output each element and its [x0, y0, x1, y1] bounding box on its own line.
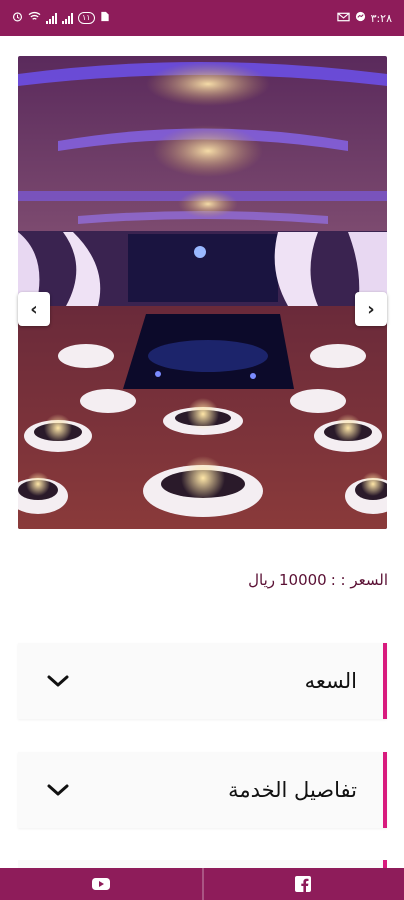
email-icon	[336, 12, 350, 25]
status-right: ٣:٢٨	[336, 11, 392, 25]
chevron-left-icon: ‹	[30, 298, 38, 320]
signal-icon	[46, 12, 57, 24]
venue-photo	[18, 56, 387, 529]
venue-image-gallery[interactable]	[18, 56, 387, 529]
section-service-details[interactable]: تفاصيل الخدمة	[18, 752, 387, 828]
bottom-social-bar	[0, 868, 404, 900]
section-capacity[interactable]: السعه	[18, 643, 387, 719]
chevron-down-icon	[47, 675, 69, 687]
status-bar: ١١ ٣:٢٨	[0, 0, 404, 36]
wifi-icon	[28, 11, 41, 25]
gallery-next-button[interactable]: ›	[355, 292, 387, 326]
messenger-icon	[355, 11, 366, 25]
price-value: 10000	[279, 571, 327, 589]
price-label: السعر : :	[330, 571, 388, 589]
signal-icon	[62, 12, 73, 24]
price-currency: ريال	[248, 571, 275, 589]
status-left: ١١	[12, 11, 110, 25]
chevron-down-icon	[47, 784, 69, 796]
gallery-prev-button[interactable]: ‹	[18, 292, 50, 326]
bottom-divider	[202, 868, 204, 900]
alarm-icon	[12, 11, 23, 25]
facebook-icon[interactable]	[293, 874, 313, 894]
youtube-icon[interactable]	[91, 874, 111, 894]
sim-icon	[100, 11, 110, 25]
price-line: السعر : : 10000 ريال	[248, 571, 388, 589]
status-time: ٣:٢٨	[370, 11, 392, 25]
battery-icon: ١١	[78, 12, 95, 24]
section-title: السعه	[304, 669, 357, 693]
chevron-right-icon: ›	[367, 298, 375, 320]
section-title: تفاصيل الخدمة	[228, 778, 357, 802]
